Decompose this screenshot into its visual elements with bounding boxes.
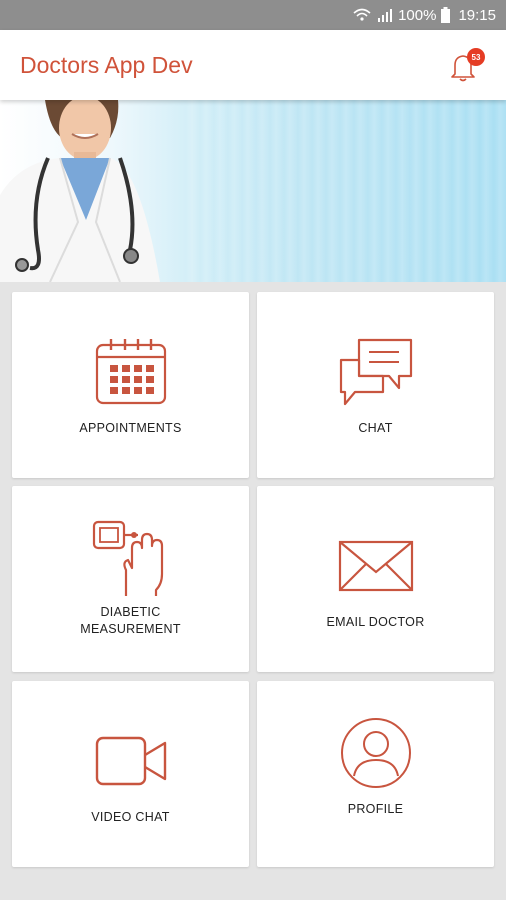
- notification-badge: 53: [467, 48, 485, 66]
- chat-label: CHAT: [358, 421, 393, 435]
- notification-button[interactable]: 53: [449, 48, 489, 84]
- wifi-icon: [352, 7, 372, 23]
- doctor-banner: [0, 100, 506, 282]
- envelope-icon: [338, 526, 414, 606]
- clock: 19:15: [458, 6, 496, 24]
- calendar-icon: [94, 332, 168, 412]
- profile-label: PROFILE: [347, 802, 404, 816]
- battery-icon: [441, 7, 451, 23]
- appointments-tile[interactable]: APPOINTMENTS: [12, 292, 249, 478]
- app-bar: Doctors App Dev 53: [0, 30, 506, 100]
- app-title: Doctors App Dev: [20, 51, 193, 78]
- appointments-label: APPOINTMENTS: [79, 421, 182, 435]
- user-profile-icon: [339, 713, 413, 793]
- email-doctor-tile[interactable]: EMAIL DOCTOR: [257, 486, 494, 672]
- video-chat-label: VIDEO CHAT: [91, 810, 170, 824]
- chat-bubbles-icon: [337, 332, 415, 412]
- glucose-meter-icon: [92, 518, 170, 598]
- video-chat-tile[interactable]: VIDEO CHAT: [12, 681, 249, 867]
- chat-tile[interactable]: CHAT: [257, 292, 494, 478]
- diabetic-measurement-label: DIABETIC MEASUREMENT: [80, 605, 181, 636]
- diabetic-measurement-tile[interactable]: DIABETIC MEASUREMENT: [12, 486, 249, 672]
- signal-icon: [377, 8, 393, 22]
- doctor-image: [0, 100, 160, 282]
- status-bar: 100% 19:15: [0, 0, 506, 30]
- video-camera-icon: [95, 721, 167, 801]
- email-doctor-label: EMAIL DOCTOR: [326, 615, 425, 629]
- profile-tile[interactable]: PROFILE: [257, 681, 494, 867]
- battery-percent: 100%: [398, 6, 437, 24]
